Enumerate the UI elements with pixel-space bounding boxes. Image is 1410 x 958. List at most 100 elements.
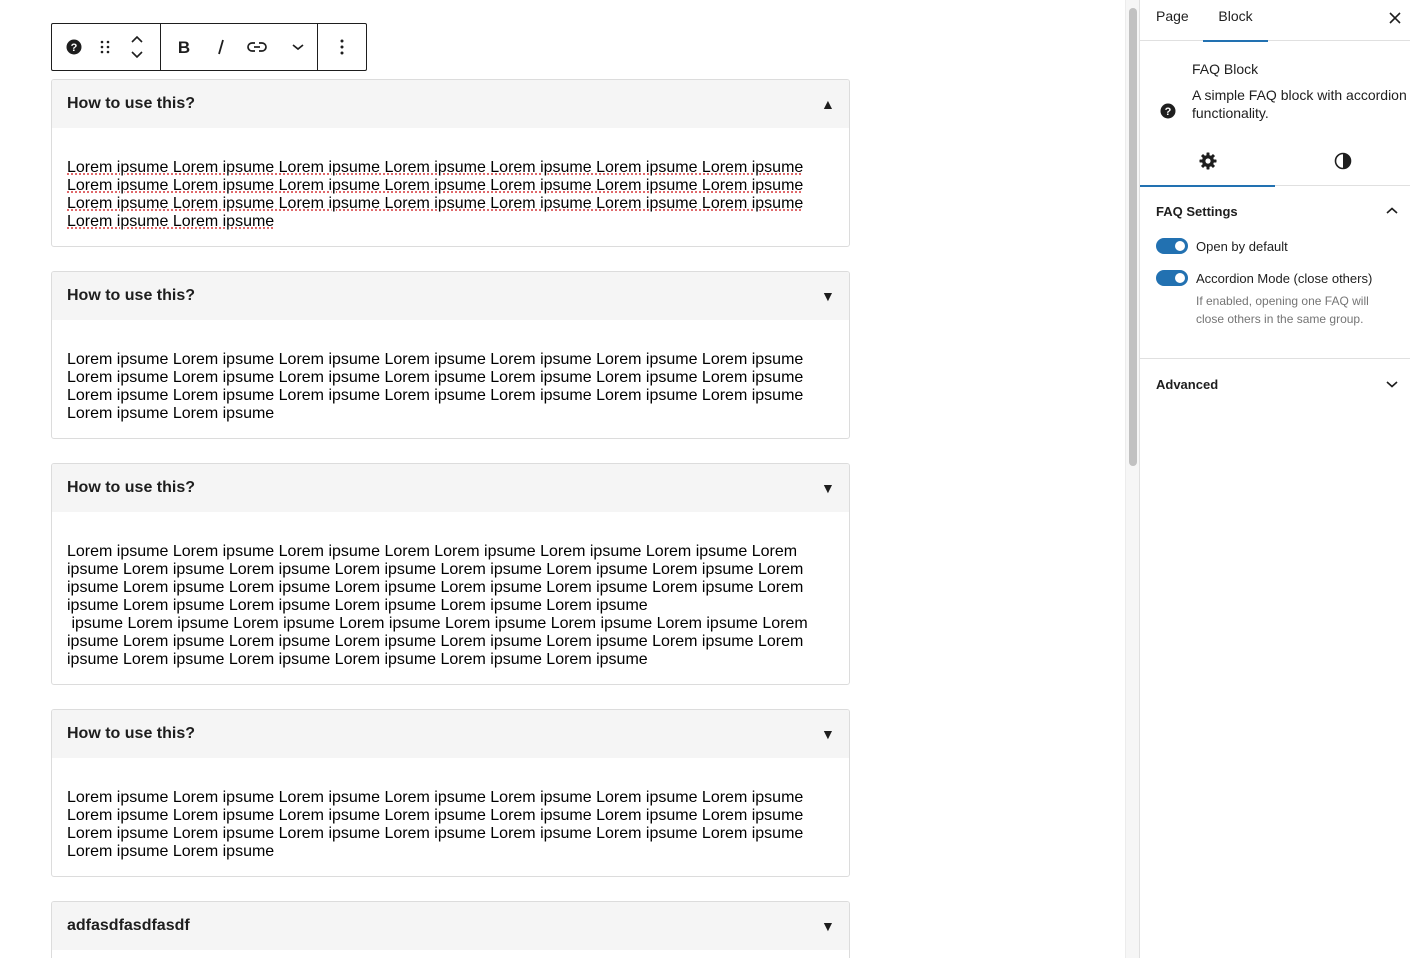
faq-settings-title: FAQ Settings <box>1156 203 1238 219</box>
svg-text:?: ? <box>1165 106 1172 118</box>
advanced-header[interactable]: Advanced <box>1140 359 1410 409</box>
accordion-mode-toggle[interactable] <box>1156 270 1188 286</box>
faq-answer-line: Lorem ipsume Lorem ipsume Lorem ipsume L… <box>67 159 804 176</box>
faq-answer-line: ipsume Lorem ipsume Lorem ipsume Lorem i… <box>67 615 808 632</box>
scrollbar-thumb[interactable] <box>1129 8 1137 466</box>
settings-sidebar: Page Block ? FAQ Block A simple FAQ bloc… <box>1139 0 1410 958</box>
faq-question[interactable]: adfasdfasdfasdf <box>67 917 190 935</box>
italic-button[interactable] <box>207 24 235 70</box>
editor-canvas: ? B How to use this? ▲ Lorem ipsume Lore… <box>0 0 1125 958</box>
chevron-down-icon <box>1386 381 1398 388</box>
more-vertical-icon <box>340 39 344 55</box>
styles-icon <box>1334 152 1351 170</box>
faq-answer-line: Lorem ipsume Lorem ipsume <box>67 405 275 422</box>
block-description: A simple FAQ block with accordion functi… <box>1192 87 1407 121</box>
move-buttons <box>114 24 160 70</box>
open-by-default-label[interactable]: Open by default <box>1196 239 1288 254</box>
faq-toggle-up-icon[interactable]: ▲ <box>821 97 835 111</box>
close-icon <box>1389 12 1401 24</box>
faq-item: adfasdfasdfasdf ▼ <box>51 901 850 958</box>
faq-toggle-down-icon[interactable]: ▼ <box>821 289 835 303</box>
advanced-title: Advanced <box>1156 376 1219 392</box>
sidebar-tabs: Page Block <box>1140 0 1410 42</box>
bold-button[interactable]: B <box>161 24 207 70</box>
drag-handle-button[interactable] <box>96 24 114 70</box>
faq-toggle-down-icon[interactable]: ▼ <box>821 727 835 741</box>
faq-toggle-down-icon[interactable]: ▼ <box>821 481 835 495</box>
link-button[interactable] <box>235 24 279 70</box>
toggle-knob <box>1175 273 1185 283</box>
faq-answer-line: Lorem ipsume Lorem ipsume Lorem ipsume L… <box>67 195 804 212</box>
faq-answer-line: Lorem ipsume Lorem ipsume Lorem ipsume L… <box>67 807 804 824</box>
move-up-icon[interactable] <box>131 35 143 43</box>
faq-settings-header[interactable]: FAQ Settings <box>1140 186 1410 236</box>
faq-answer-line: Lorem ipsume Lorem ipsume Lorem ipsume L… <box>67 789 804 806</box>
link-icon <box>247 42 267 52</box>
help-icon: ? <box>1160 103 1176 119</box>
faq-answer-line: Lorem ipsume Lorem ipsume Lorem ipsume L… <box>67 825 804 842</box>
block-toolbar: ? B <box>51 23 367 71</box>
options-button[interactable] <box>318 24 366 70</box>
bold-icon: B <box>178 39 190 55</box>
settings-icon <box>1199 152 1216 170</box>
italic-icon <box>218 39 224 55</box>
faq-question[interactable]: How to use this? <box>67 287 195 305</box>
faq-settings-panel: FAQ Settings Open by default Accordion M… <box>1140 186 1410 359</box>
editor-scrollbar[interactable] <box>1125 0 1139 958</box>
faq-question-header[interactable]: How to use this? ▼ <box>52 272 849 320</box>
faq-answer-line: ipsume Lorem ipsume Lorem ipsume Lorem i… <box>67 561 804 578</box>
faq-answer[interactable]: Lorem ipsume Lorem ipsume Lorem ipsume L… <box>52 320 849 438</box>
faq-answer[interactable]: Lorem ipsume Lorem ipsume Lorem ipsume L… <box>52 128 849 246</box>
sidebar-subtabs <box>1140 136 1410 187</box>
svg-text:?: ? <box>71 42 78 54</box>
faq-item: How to use this? ▼ Lorem ipsume Lorem ip… <box>51 463 850 685</box>
close-sidebar-button[interactable] <box>1385 8 1405 28</box>
faq-question-header[interactable]: adfasdfasdfasdf ▼ <box>52 902 849 950</box>
faq-answer-line: Lorem ipsume Lorem ipsume Lorem ipsume L… <box>67 387 804 404</box>
more-rich-text-button[interactable] <box>279 24 317 70</box>
accordion-mode-label[interactable]: Accordion Mode (close others) <box>1196 271 1372 286</box>
toolbar-block-group: ? <box>52 24 160 70</box>
block-card: ? FAQ Block A simple FAQ block with acco… <box>1140 41 1410 136</box>
faq-answer[interactable]: Lorem ipsume Lorem ipsume Lorem ipsume L… <box>52 512 849 684</box>
svg-text:B: B <box>178 39 190 55</box>
faq-answer-line: ipsume Lorem ipsume Lorem ipsume Lorem i… <box>67 597 648 614</box>
faq-answer[interactable]: Lorem ipsume Lorem ipsume Lorem ipsume L… <box>52 758 849 876</box>
tab-page[interactable]: Page <box>1156 0 1203 41</box>
faq-answer-line: Lorem ipsume Lorem ipsume <box>67 843 275 860</box>
faq-item: How to use this? ▼ Lorem ipsume Lorem ip… <box>51 271 850 439</box>
move-down-icon[interactable] <box>131 51 143 59</box>
faq-question[interactable]: How to use this? <box>67 95 195 113</box>
open-by-default-toggle[interactable] <box>1156 238 1188 254</box>
help-icon: ? <box>66 39 82 55</box>
open-by-default-row: Open by default <box>1156 236 1410 256</box>
advanced-panel: Advanced <box>1140 359 1410 409</box>
faq-answer-line: Lorem ipsume Lorem ipsume Lorem ipsume L… <box>67 543 798 560</box>
faq-answer-line: Lorem ipsume Lorem ipsume <box>67 213 275 230</box>
toolbar-options-group <box>317 24 366 70</box>
faq-question-header[interactable]: How to use this? ▼ <box>52 464 849 512</box>
faq-answer-line: Lorem ipsume Lorem ipsume Lorem ipsume L… <box>67 177 804 194</box>
faq-question[interactable]: How to use this? <box>67 725 195 743</box>
block-title: FAQ Block <box>1192 61 1259 77</box>
faq-answer-line: Lorem ipsume Lorem ipsume Lorem ipsume L… <box>67 369 804 386</box>
faq-question[interactable]: How to use this? <box>67 479 195 497</box>
tab-settings[interactable] <box>1140 136 1275 187</box>
tab-block[interactable]: Block <box>1203 0 1268 42</box>
accordion-mode-help: If enabled, opening one FAQ will close o… <box>1196 294 1369 326</box>
tab-styles[interactable] <box>1275 136 1410 186</box>
faq-question-header[interactable]: How to use this? ▲ <box>52 80 849 128</box>
faq-answer-line: Lorem ipsume Lorem ipsume Lorem ipsume L… <box>67 351 804 368</box>
faq-item: How to use this? ▲ Lorem ipsume Lorem ip… <box>51 79 850 247</box>
toggle-knob <box>1175 241 1185 251</box>
faq-item: How to use this? ▼ Lorem ipsume Lorem ip… <box>51 709 850 877</box>
chevron-up-icon <box>1386 207 1398 214</box>
accordion-mode-row: Accordion Mode (close others) <box>1156 268 1410 288</box>
faq-answer-line: ipsume Lorem ipsume Lorem ipsume Lorem i… <box>67 633 804 650</box>
drag-handle-icon <box>100 40 110 54</box>
chevron-down-icon <box>292 44 304 51</box>
block-type-button[interactable]: ? <box>52 24 96 70</box>
faq-question-header[interactable]: How to use this? ▼ <box>52 710 849 758</box>
faq-toggle-down-icon[interactable]: ▼ <box>821 919 835 933</box>
faq-answer-line: ipsume Lorem ipsume Lorem ipsume Lorem i… <box>67 579 804 596</box>
